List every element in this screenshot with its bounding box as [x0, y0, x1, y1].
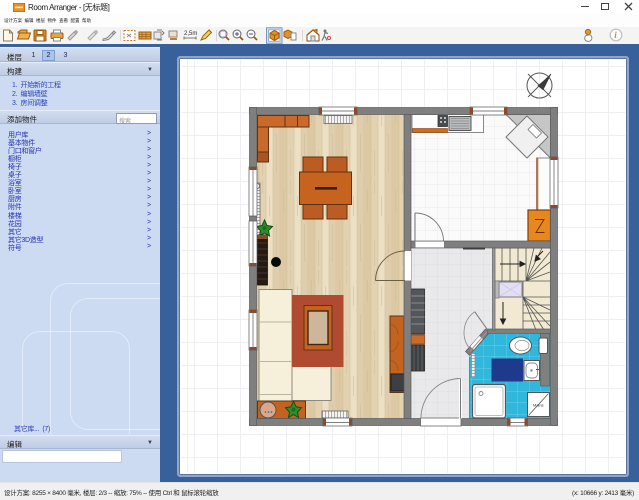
svg-text:2,5m: 2,5m: [184, 31, 197, 37]
svg-text:Mains: Mains: [533, 403, 544, 408]
